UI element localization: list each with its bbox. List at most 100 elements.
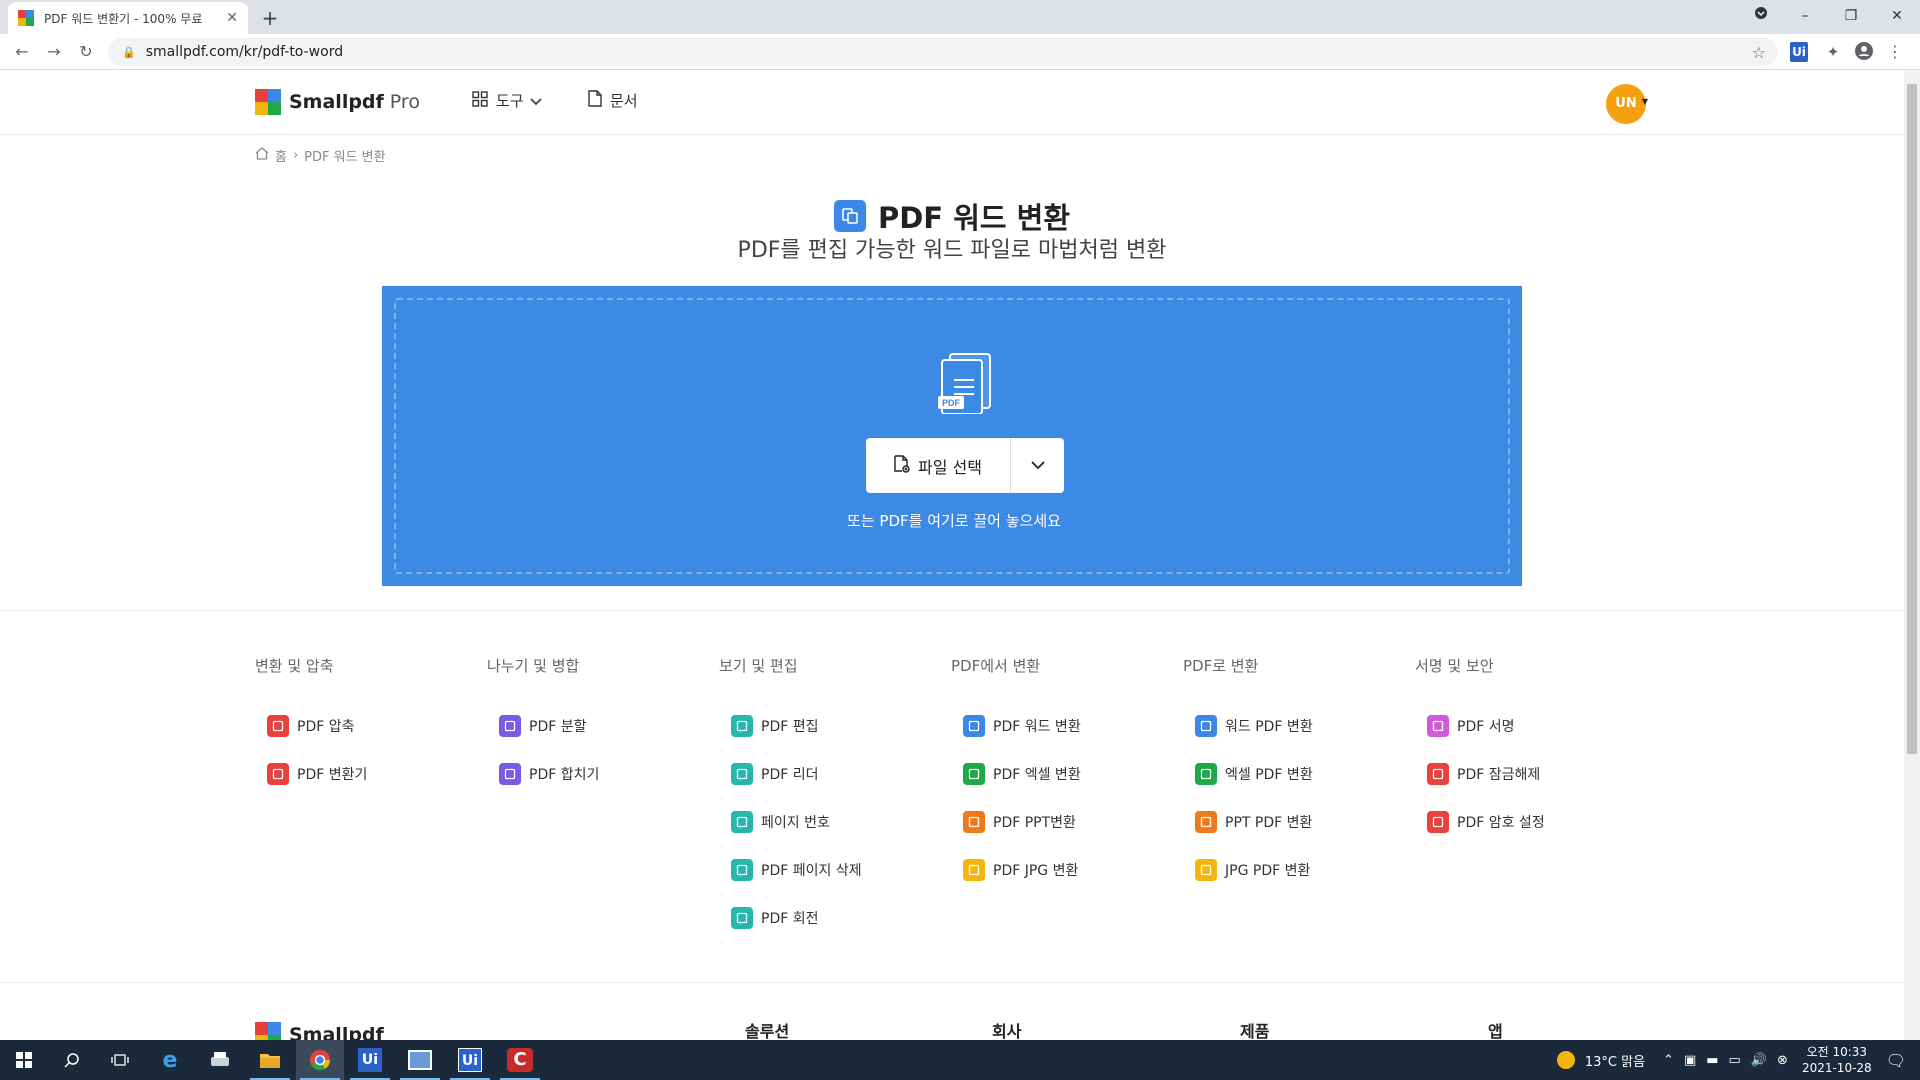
tool-link[interactable]: PDF 잠금해제 [1415,750,1645,798]
tool-link[interactable]: PDF 암호 설정 [1415,798,1645,846]
hero-heading: PDF 워드 변환 [0,195,1904,237]
tool-link[interactable]: 엑셀 PDF 변환 [1183,750,1413,798]
printer-app-icon[interactable] [196,1040,244,1080]
tool-label: PDF 서명 [1457,719,1515,735]
tool-link[interactable]: PDF 페이지 삭제 [719,846,949,894]
tool-link[interactable]: PDF 리더 [719,750,949,798]
uipath-extension-icon[interactable]: Ui [1790,42,1808,62]
tool-link[interactable]: PPT PDF 변환 [1183,798,1413,846]
extensions-puzzle-icon[interactable]: ✦ [1822,42,1844,62]
scrollbar-thumb[interactable] [1907,84,1917,754]
bookmark-star-icon[interactable]: ☆ [1752,43,1766,62]
notification-icon[interactable]: 🗨 [1886,1051,1906,1070]
tool-icon [1195,763,1217,785]
browser-menu-icon[interactable]: ⋮ [1884,42,1906,62]
clock[interactable]: 오전 10:33 2021-10-28 [1802,1044,1872,1076]
tool-link[interactable]: 워드 PDF 변환 [1183,702,1413,750]
chevron-down-icon [530,92,542,110]
footer-divider [0,982,1904,983]
task-view-icon[interactable] [96,1040,144,1080]
file-dropzone[interactable]: PDF 파일 선택 또는 PDF를 여기로 끌어 놓으세요 [382,286,1522,586]
tray-chevron-up-icon[interactable]: ⌃ [1663,1053,1674,1068]
weather-text[interactable]: 13°C 맑음 [1585,1051,1645,1070]
smallpdf-favicon-icon [18,10,34,26]
grid-icon [472,90,488,111]
brand-logo[interactable]: Smallpdf Pro [255,89,420,115]
choose-source-dropdown[interactable] [1011,458,1064,474]
tool-link[interactable]: PDF 서명 [1415,702,1645,750]
internet-explorer-icon[interactable]: e [146,1040,194,1080]
display-icon[interactable]: ▭ [1729,1053,1741,1068]
search-icon[interactable] [48,1040,96,1080]
uipath-robot-icon[interactable] [396,1040,444,1080]
page-scrollbar[interactable] [1904,70,1920,1040]
tool-label: PDF 페이지 삭제 [761,863,862,879]
red-app-icon[interactable]: C [496,1040,544,1080]
tool-icon [1427,763,1449,785]
nav-documents-label: 문서 [610,92,638,110]
browser-tab[interactable]: PDF 워드 변환기 - 100% 무료 ✕ [8,2,248,34]
tool-icon [1427,715,1449,737]
address-bar[interactable]: 🔒 smallpdf.com/kr/pdf-to-word ☆ [108,38,1778,66]
uipath-studio-icon[interactable]: Ui [346,1040,394,1080]
site-header: Smallpdf Pro 도구 문서 UN ▼ [0,70,1904,135]
drop-hint: 또는 PDF를 여기로 끌어 놓으세요 [847,512,1061,530]
footer-apps: 앱 [1488,1022,1503,1040]
tool-column-heading: 변환 및 압축 [255,657,334,675]
tool-link[interactable]: PDF 합치기 [487,750,717,798]
back-icon[interactable]: ← [8,38,36,66]
tab-close-icon[interactable]: ✕ [226,10,238,26]
tool-label: 워드 PDF 변환 [1225,719,1313,735]
tool-column: 변환 및 압축 PDF 압축 PDF 변환기 [255,655,485,798]
breadcrumb-home[interactable]: 홈 [275,146,287,165]
system-tray: 13°C 맑음 ⌃ ▣ ▬ ▭ 🔊 ⊗ 오전 10:33 2021-10-28 … [1556,1040,1920,1080]
nav-documents[interactable]: 문서 [588,90,638,111]
tool-link[interactable]: PDF PPT변환 [951,798,1181,846]
pdf-badge-text: PDF [942,398,961,408]
profile-icon[interactable] [1853,42,1875,62]
tool-link[interactable]: PDF 변환기 [255,750,485,798]
tool-link[interactable]: PDF 워드 변환 [951,702,1181,750]
tool-link[interactable]: PDF JPG 변환 [951,846,1181,894]
reload-icon[interactable]: ↻ [72,38,100,66]
tool-icon [267,763,289,785]
choose-file-button[interactable]: 파일 선택 [866,438,1011,493]
windows-taskbar: e Ui Ui C 13°C 맑음 ⌃ ▣ ▬ ▭ 🔊 ⊗ 오전 10:33 2… [0,1040,1920,1080]
tool-column-heading: 보기 및 편집 [719,657,798,675]
footer-logo[interactable]: Smallpdf [255,1022,384,1040]
tool-icon [963,811,985,833]
close-window-icon[interactable]: ✕ [1874,0,1920,34]
nav-tools[interactable]: 도구 [472,90,542,111]
user-avatar[interactable]: UN ▼ [1606,84,1648,124]
tool-label: PDF 변환기 [297,767,368,783]
tool-link[interactable]: PDF 압축 [255,702,485,750]
file-explorer-icon[interactable] [246,1040,294,1080]
tool-label: PDF 분할 [529,719,587,735]
network-icon[interactable]: ▣ [1684,1053,1696,1068]
tool-icon [1195,811,1217,833]
tool-link[interactable]: PDF 회전 [719,894,949,942]
tool-link[interactable]: JPG PDF 변환 [1183,846,1413,894]
tool-link[interactable]: PDF 편집 [719,702,949,750]
volume-icon[interactable]: 🔊 [1751,1053,1767,1068]
browser-toolbar: ← → ↻ 🔒 smallpdf.com/kr/pdf-to-word ☆ Ui… [0,34,1920,70]
forward-icon[interactable]: → [40,38,68,66]
restore-icon[interactable]: ❐ [1828,0,1874,34]
tool-link[interactable]: 페이지 번호 [719,798,949,846]
windows-start-icon[interactable] [0,1040,48,1080]
home-icon[interactable] [255,147,269,164]
chrome-taskbar-icon[interactable] [296,1040,344,1080]
tool-link[interactable]: PDF 엑셀 변환 [951,750,1181,798]
tab-search-icon[interactable] [1738,0,1784,34]
minimize-icon[interactable]: – [1782,0,1828,34]
uipath-assistant-icon[interactable]: Ui [446,1040,494,1080]
nav-tools-label: 도구 [496,92,524,110]
new-tab-button[interactable]: + [256,4,284,32]
battery-icon[interactable]: ▬ [1706,1053,1718,1068]
tool-icon [731,811,753,833]
choose-file-label: 파일 선택 [918,457,982,477]
smallpdf-logo-icon [255,1022,281,1040]
close-circle-icon[interactable]: ⊗ [1777,1053,1788,1068]
tool-link[interactable]: PDF 분할 [487,702,717,750]
sun-weather-icon[interactable] [1556,1051,1575,1069]
